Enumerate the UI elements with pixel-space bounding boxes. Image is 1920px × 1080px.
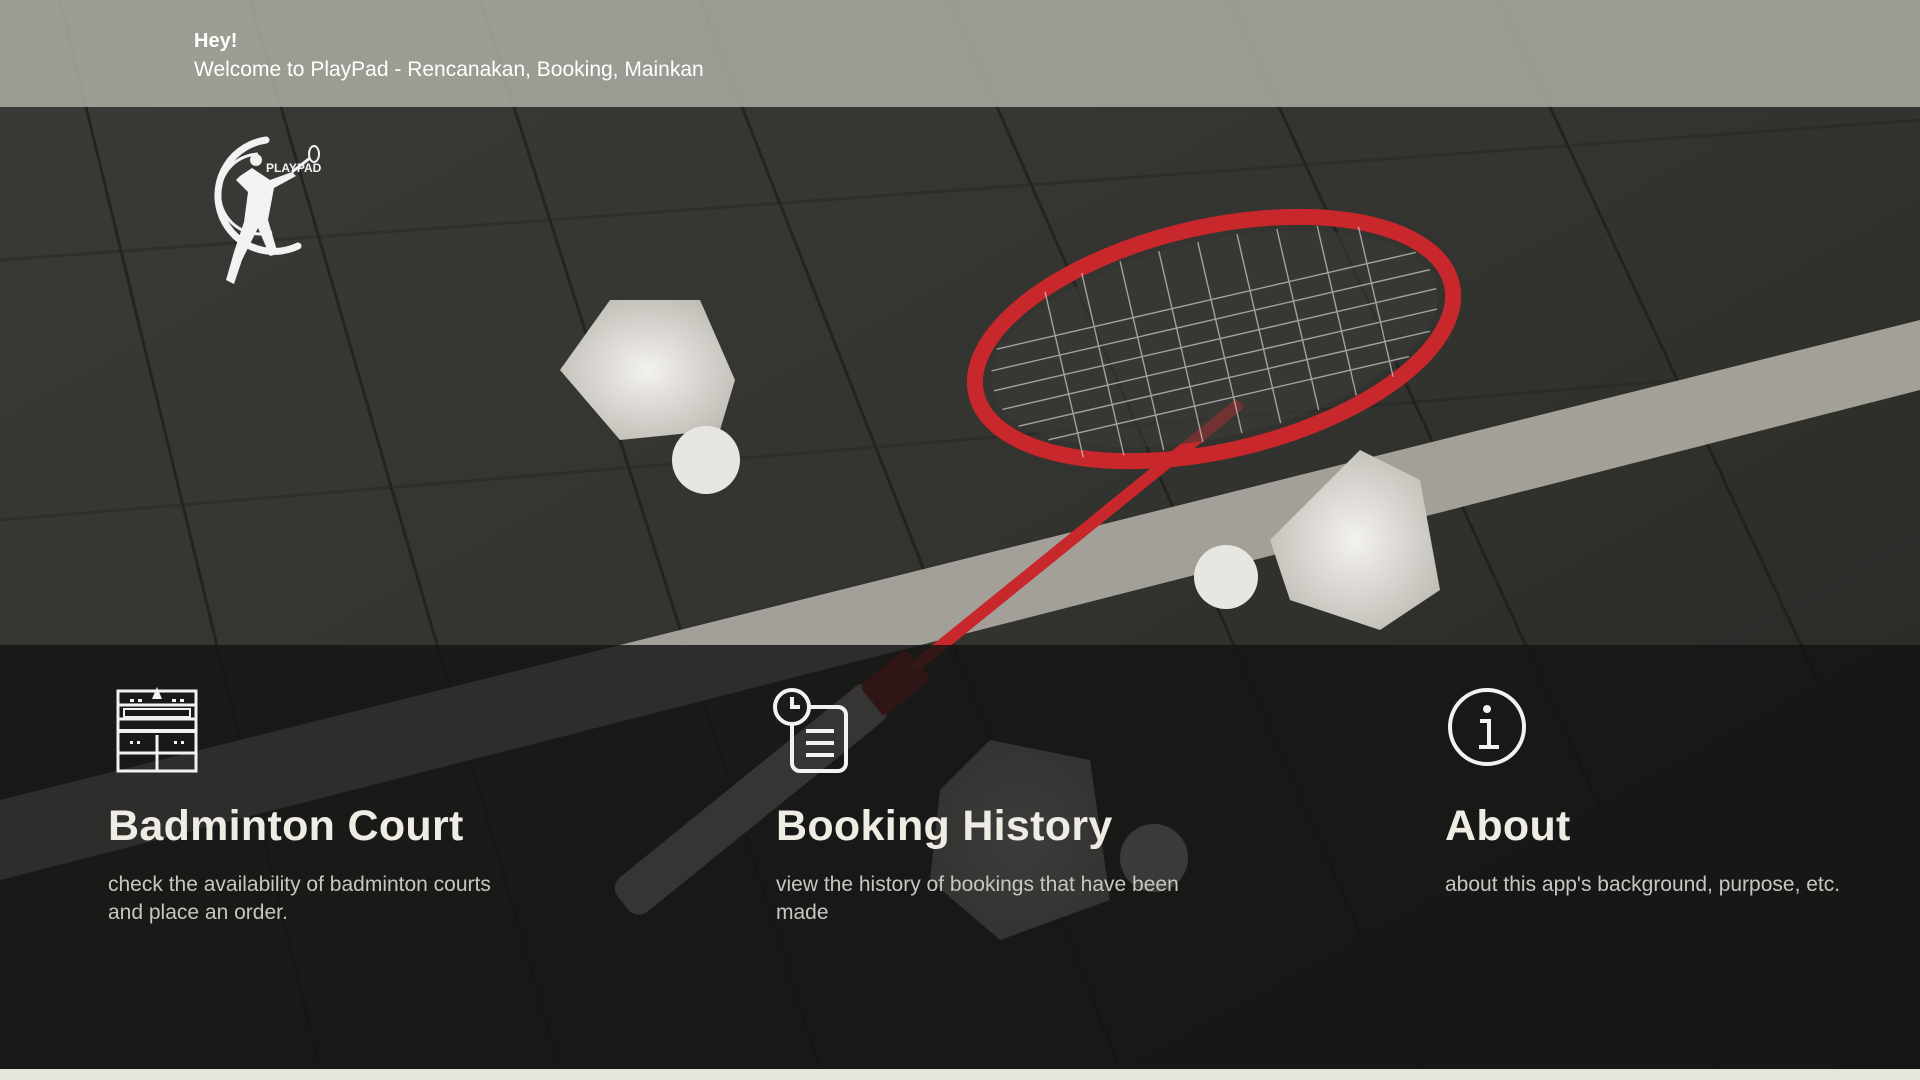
about-title: About — [1445, 802, 1571, 850]
booking-history-description: view the history of bookings that have b… — [776, 873, 1179, 924]
menu-panel: Badminton Court check the availability o… — [0, 645, 1920, 1069]
clock-document-icon — [770, 685, 860, 775]
about-card[interactable]: About about this app's background, purpo… — [1445, 645, 1920, 1069]
info-icon — [1445, 685, 1535, 775]
greeting-text: Hey! — [194, 30, 238, 52]
booking-history-card[interactable]: Booking History view the history of book… — [773, 645, 1336, 1069]
about-description: about this app's background, purpose, et… — [1445, 873, 1841, 896]
badminton-court-card[interactable]: Badminton Court check the availability o… — [108, 645, 668, 1069]
bottom-strip — [0, 1069, 1920, 1080]
badminton-court-title: Badminton Court — [108, 802, 464, 850]
welcome-banner: Hey! Welcome to PlayPad - Rencanakan, Bo… — [0, 0, 1920, 107]
welcome-text: Welcome to PlayPad - Rencanakan, Booking… — [194, 58, 704, 81]
logo-text: PLAYPAD — [266, 161, 322, 175]
home-screen: Hey! Welcome to PlayPad - Rencanakan, Bo… — [0, 0, 1920, 1069]
badminton-court-icon — [112, 685, 202, 775]
playpad-logo: PLAYPAD — [196, 136, 326, 290]
booking-history-title: Booking History — [776, 802, 1113, 850]
badminton-court-description: check the availability of badminton cour… — [108, 873, 491, 924]
